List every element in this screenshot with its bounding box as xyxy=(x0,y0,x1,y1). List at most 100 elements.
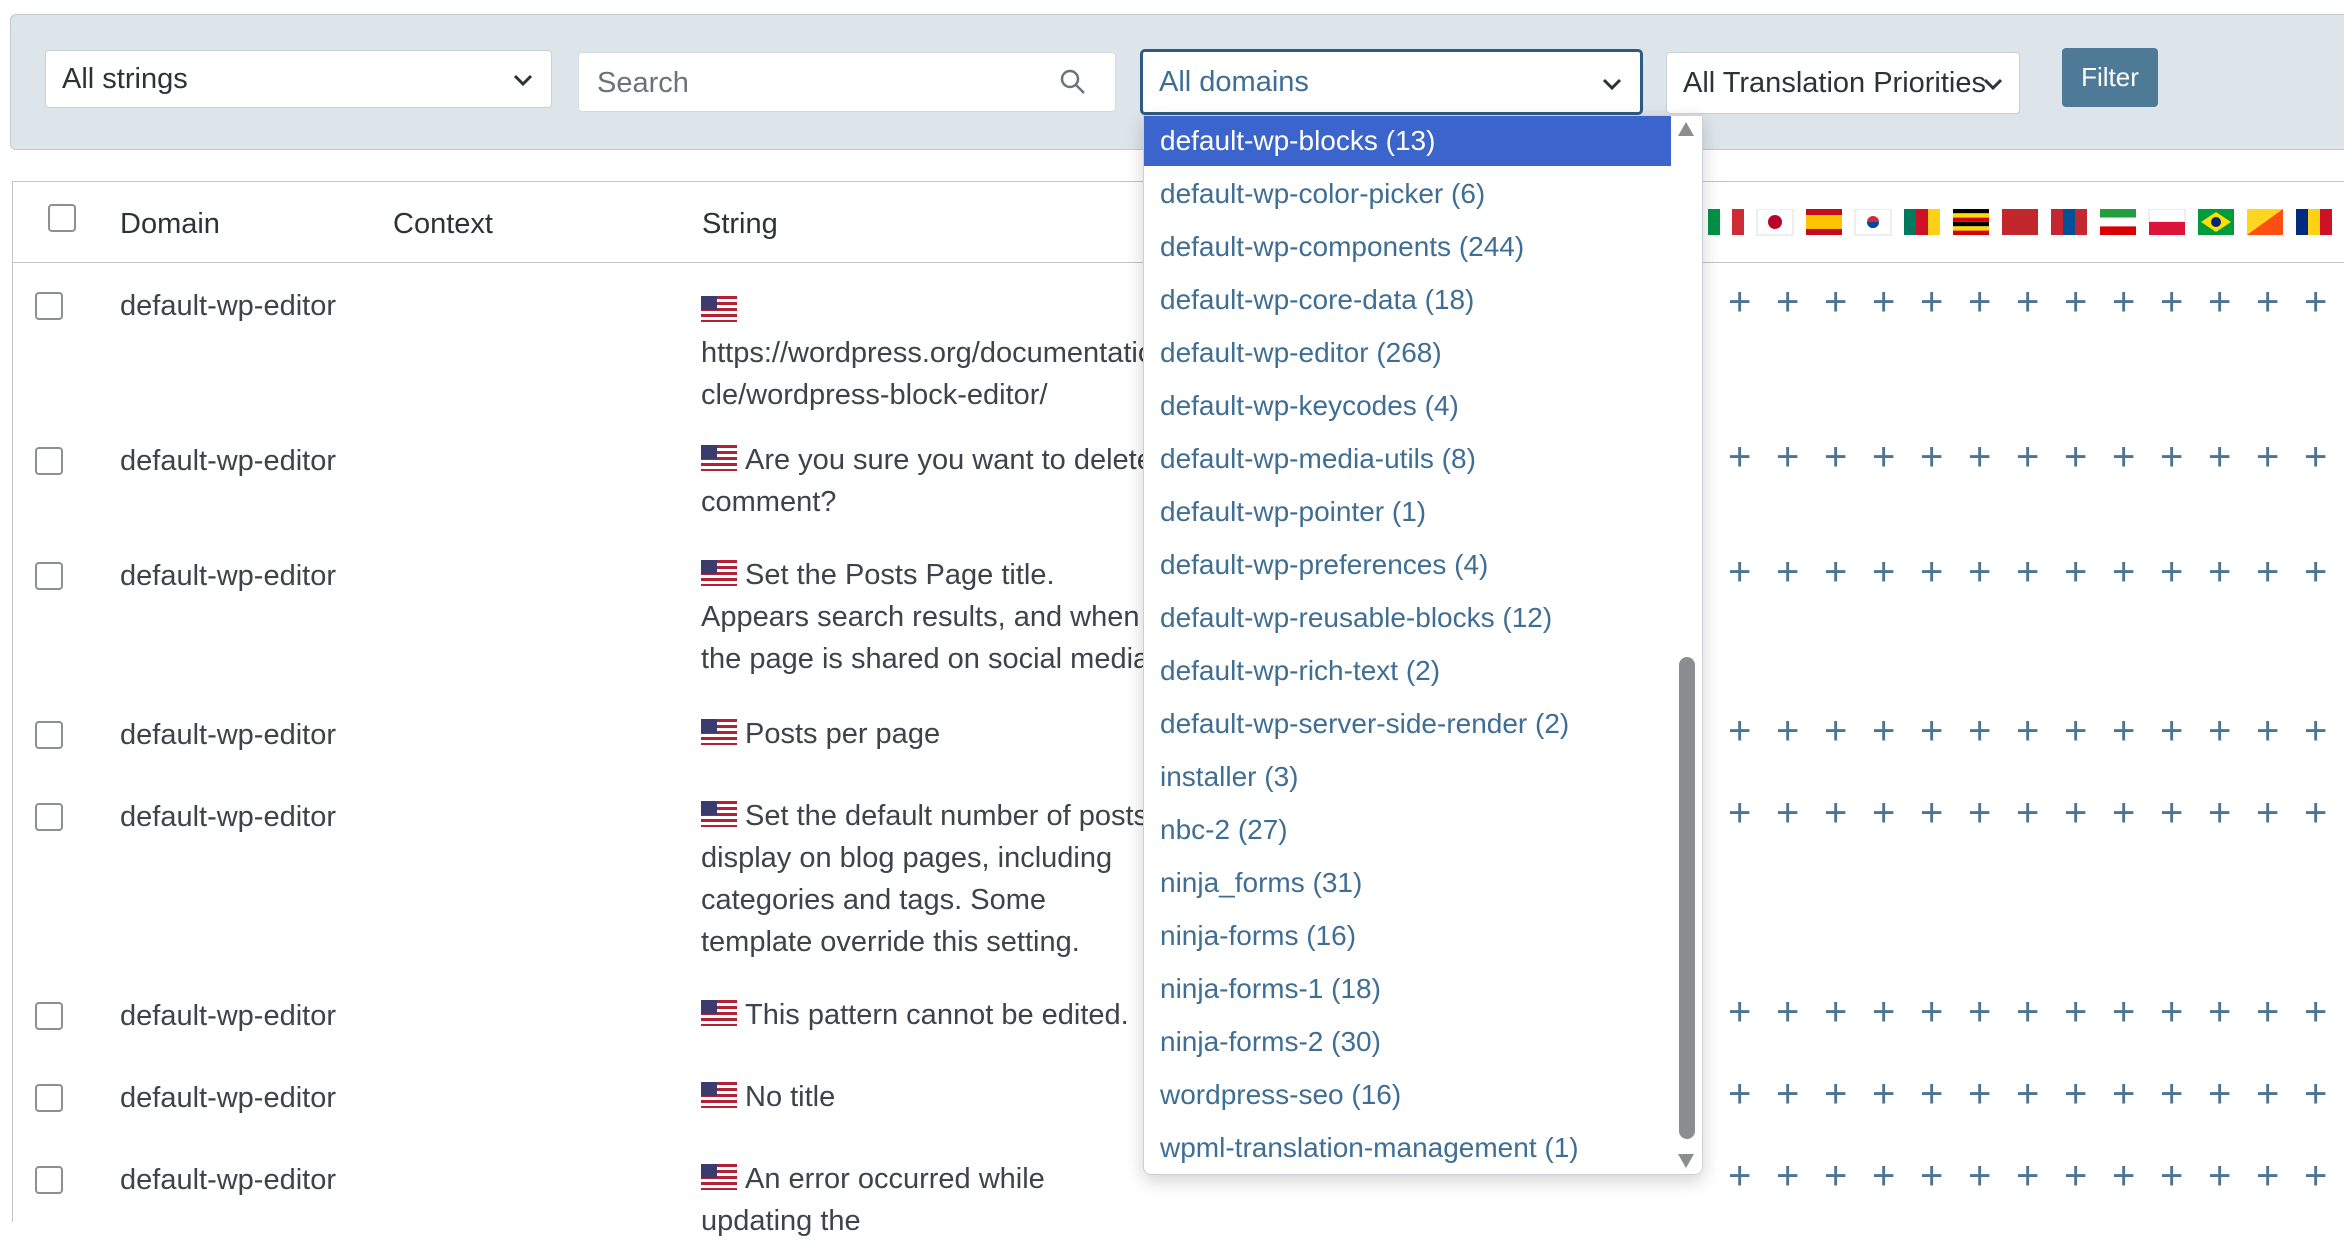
add-translation-icon[interactable]: + xyxy=(1824,280,1847,325)
dropdown-item[interactable]: default-wp-color-picker (6) xyxy=(1144,169,1671,219)
add-translation-icon[interactable]: + xyxy=(2304,1072,2327,1117)
dropdown-item[interactable]: wordpress-seo (16) xyxy=(1144,1070,1671,1120)
add-translation-icon[interactable]: + xyxy=(2016,550,2039,595)
add-translation-icon[interactable]: + xyxy=(2256,1072,2279,1117)
dropdown-item[interactable]: installer (3) xyxy=(1144,752,1671,802)
add-translation-icon[interactable]: + xyxy=(1728,550,1751,595)
add-translation-icon[interactable]: + xyxy=(1968,709,1991,754)
add-translation-icon[interactable]: + xyxy=(1968,791,1991,836)
select-all-checkbox[interactable] xyxy=(48,204,76,232)
add-translation-icon[interactable]: + xyxy=(2016,1154,2039,1199)
add-translation-icon[interactable]: + xyxy=(2304,791,2327,836)
add-translation-icon[interactable]: + xyxy=(2160,1154,2183,1199)
add-translation-icon[interactable]: + xyxy=(2256,709,2279,754)
dropdown-item[interactable]: default-wp-editor (268) xyxy=(1144,328,1671,378)
search-icon[interactable] xyxy=(1059,68,1087,96)
add-translation-icon[interactable]: + xyxy=(1920,791,1943,836)
add-translation-icon[interactable]: + xyxy=(1824,1072,1847,1117)
add-translation-icon[interactable]: + xyxy=(2064,280,2087,325)
add-translation-icon[interactable]: + xyxy=(2208,435,2231,480)
add-translation-icon[interactable]: + xyxy=(1920,1072,1943,1117)
add-translation-icon[interactable]: + xyxy=(1776,550,1799,595)
add-translation-icon[interactable]: + xyxy=(2304,990,2327,1035)
add-translation-icon[interactable]: + xyxy=(1920,990,1943,1035)
add-translation-icon[interactable]: + xyxy=(2112,550,2135,595)
add-translation-icon[interactable]: + xyxy=(1872,550,1895,595)
domain-header[interactable]: Domain xyxy=(120,208,220,241)
add-translation-icon[interactable]: + xyxy=(1728,709,1751,754)
dropdown-item[interactable]: ninja-forms-2 (30) xyxy=(1144,1017,1671,1067)
add-translation-icon[interactable]: + xyxy=(2160,1072,2183,1117)
add-translation-icon[interactable]: + xyxy=(2016,709,2039,754)
dropdown-scrollbar[interactable] xyxy=(1672,116,1702,1174)
add-translation-icon[interactable]: + xyxy=(2256,550,2279,595)
add-translation-icon[interactable]: + xyxy=(1728,435,1751,480)
add-translation-icon[interactable]: + xyxy=(2304,550,2327,595)
dropdown-item[interactable]: default-wp-media-utils (8) xyxy=(1144,434,1671,484)
strings-select[interactable]: All strings xyxy=(45,50,552,108)
add-translation-icon[interactable]: + xyxy=(1968,990,1991,1035)
context-header[interactable]: Context xyxy=(393,208,493,241)
add-translation-icon[interactable]: + xyxy=(1872,791,1895,836)
add-translation-icon[interactable]: + xyxy=(1776,280,1799,325)
scroll-up-arrow-icon[interactable] xyxy=(1678,122,1694,136)
scrollbar-thumb[interactable] xyxy=(1679,657,1695,1139)
search-field[interactable] xyxy=(578,52,1116,112)
domains-dropdown-list[interactable]: default-wp-blocks (13) default-wp-color-p… xyxy=(1143,115,1703,1175)
add-translation-icon[interactable]: + xyxy=(1824,1154,1847,1199)
scroll-down-arrow-icon[interactable] xyxy=(1678,1154,1694,1168)
add-translation-icon[interactable]: + xyxy=(1872,1154,1895,1199)
domains-select[interactable]: All domains xyxy=(1140,49,1643,115)
add-translation-icon[interactable]: + xyxy=(1824,435,1847,480)
row-checkbox[interactable] xyxy=(35,1002,63,1030)
add-translation-icon[interactable]: + xyxy=(2064,990,2087,1035)
row-checkbox[interactable] xyxy=(35,292,63,320)
dropdown-item[interactable]: default-wp-blocks (13) xyxy=(1144,116,1671,166)
add-translation-icon[interactable]: + xyxy=(2112,709,2135,754)
priority-select[interactable]: All Translation Priorities xyxy=(1666,52,2020,114)
add-translation-icon[interactable]: + xyxy=(2160,550,2183,595)
add-translation-icon[interactable]: + xyxy=(2112,990,2135,1035)
add-translation-icon[interactable]: + xyxy=(1968,1072,1991,1117)
dropdown-item[interactable]: ninja_forms (31) xyxy=(1144,858,1671,908)
row-checkbox[interactable] xyxy=(35,1166,63,1194)
add-translation-icon[interactable]: + xyxy=(1776,709,1799,754)
add-translation-icon[interactable]: + xyxy=(2160,435,2183,480)
add-translation-icon[interactable]: + xyxy=(2160,791,2183,836)
add-translation-icon[interactable]: + xyxy=(2016,791,2039,836)
add-translation-icon[interactable]: + xyxy=(1872,1072,1895,1117)
add-translation-icon[interactable]: + xyxy=(2064,1072,2087,1117)
add-translation-icon[interactable]: + xyxy=(1968,1154,1991,1199)
add-translation-icon[interactable]: + xyxy=(2256,280,2279,325)
add-translation-icon[interactable]: + xyxy=(2112,280,2135,325)
add-translation-icon[interactable]: + xyxy=(1872,435,1895,480)
add-translation-icon[interactable]: + xyxy=(2112,791,2135,836)
row-checkbox[interactable] xyxy=(35,562,63,590)
dropdown-item[interactable]: wpml-translation-management (1) xyxy=(1144,1123,1671,1173)
add-translation-icon[interactable]: + xyxy=(2208,791,2231,836)
add-translation-icon[interactable]: + xyxy=(1728,1072,1751,1117)
add-translation-icon[interactable]: + xyxy=(2160,990,2183,1035)
add-translation-icon[interactable]: + xyxy=(2304,435,2327,480)
add-translation-icon[interactable]: + xyxy=(1920,280,1943,325)
add-translation-icon[interactable]: + xyxy=(1824,791,1847,836)
add-translation-icon[interactable]: + xyxy=(2208,1072,2231,1117)
add-translation-icon[interactable]: + xyxy=(1920,435,1943,480)
row-checkbox[interactable] xyxy=(35,721,63,749)
add-translation-icon[interactable]: + xyxy=(1728,280,1751,325)
add-translation-icon[interactable]: + xyxy=(1968,280,1991,325)
add-translation-icon[interactable]: + xyxy=(2112,1154,2135,1199)
add-translation-icon[interactable]: + xyxy=(2208,709,2231,754)
add-translation-icon[interactable]: + xyxy=(2208,550,2231,595)
add-translation-icon[interactable]: + xyxy=(1872,990,1895,1035)
dropdown-item[interactable]: nbc-2 (27) xyxy=(1144,805,1671,855)
add-translation-icon[interactable]: + xyxy=(1920,550,1943,595)
row-checkbox[interactable] xyxy=(35,1084,63,1112)
add-translation-icon[interactable]: + xyxy=(1824,990,1847,1035)
add-translation-icon[interactable]: + xyxy=(2256,791,2279,836)
add-translation-icon[interactable]: + xyxy=(2064,791,2087,836)
dropdown-item[interactable]: default-wp-components (244) xyxy=(1144,222,1671,272)
add-translation-icon[interactable]: + xyxy=(1920,1154,1943,1199)
add-translation-icon[interactable]: + xyxy=(2208,280,2231,325)
add-translation-icon[interactable]: + xyxy=(2112,435,2135,480)
